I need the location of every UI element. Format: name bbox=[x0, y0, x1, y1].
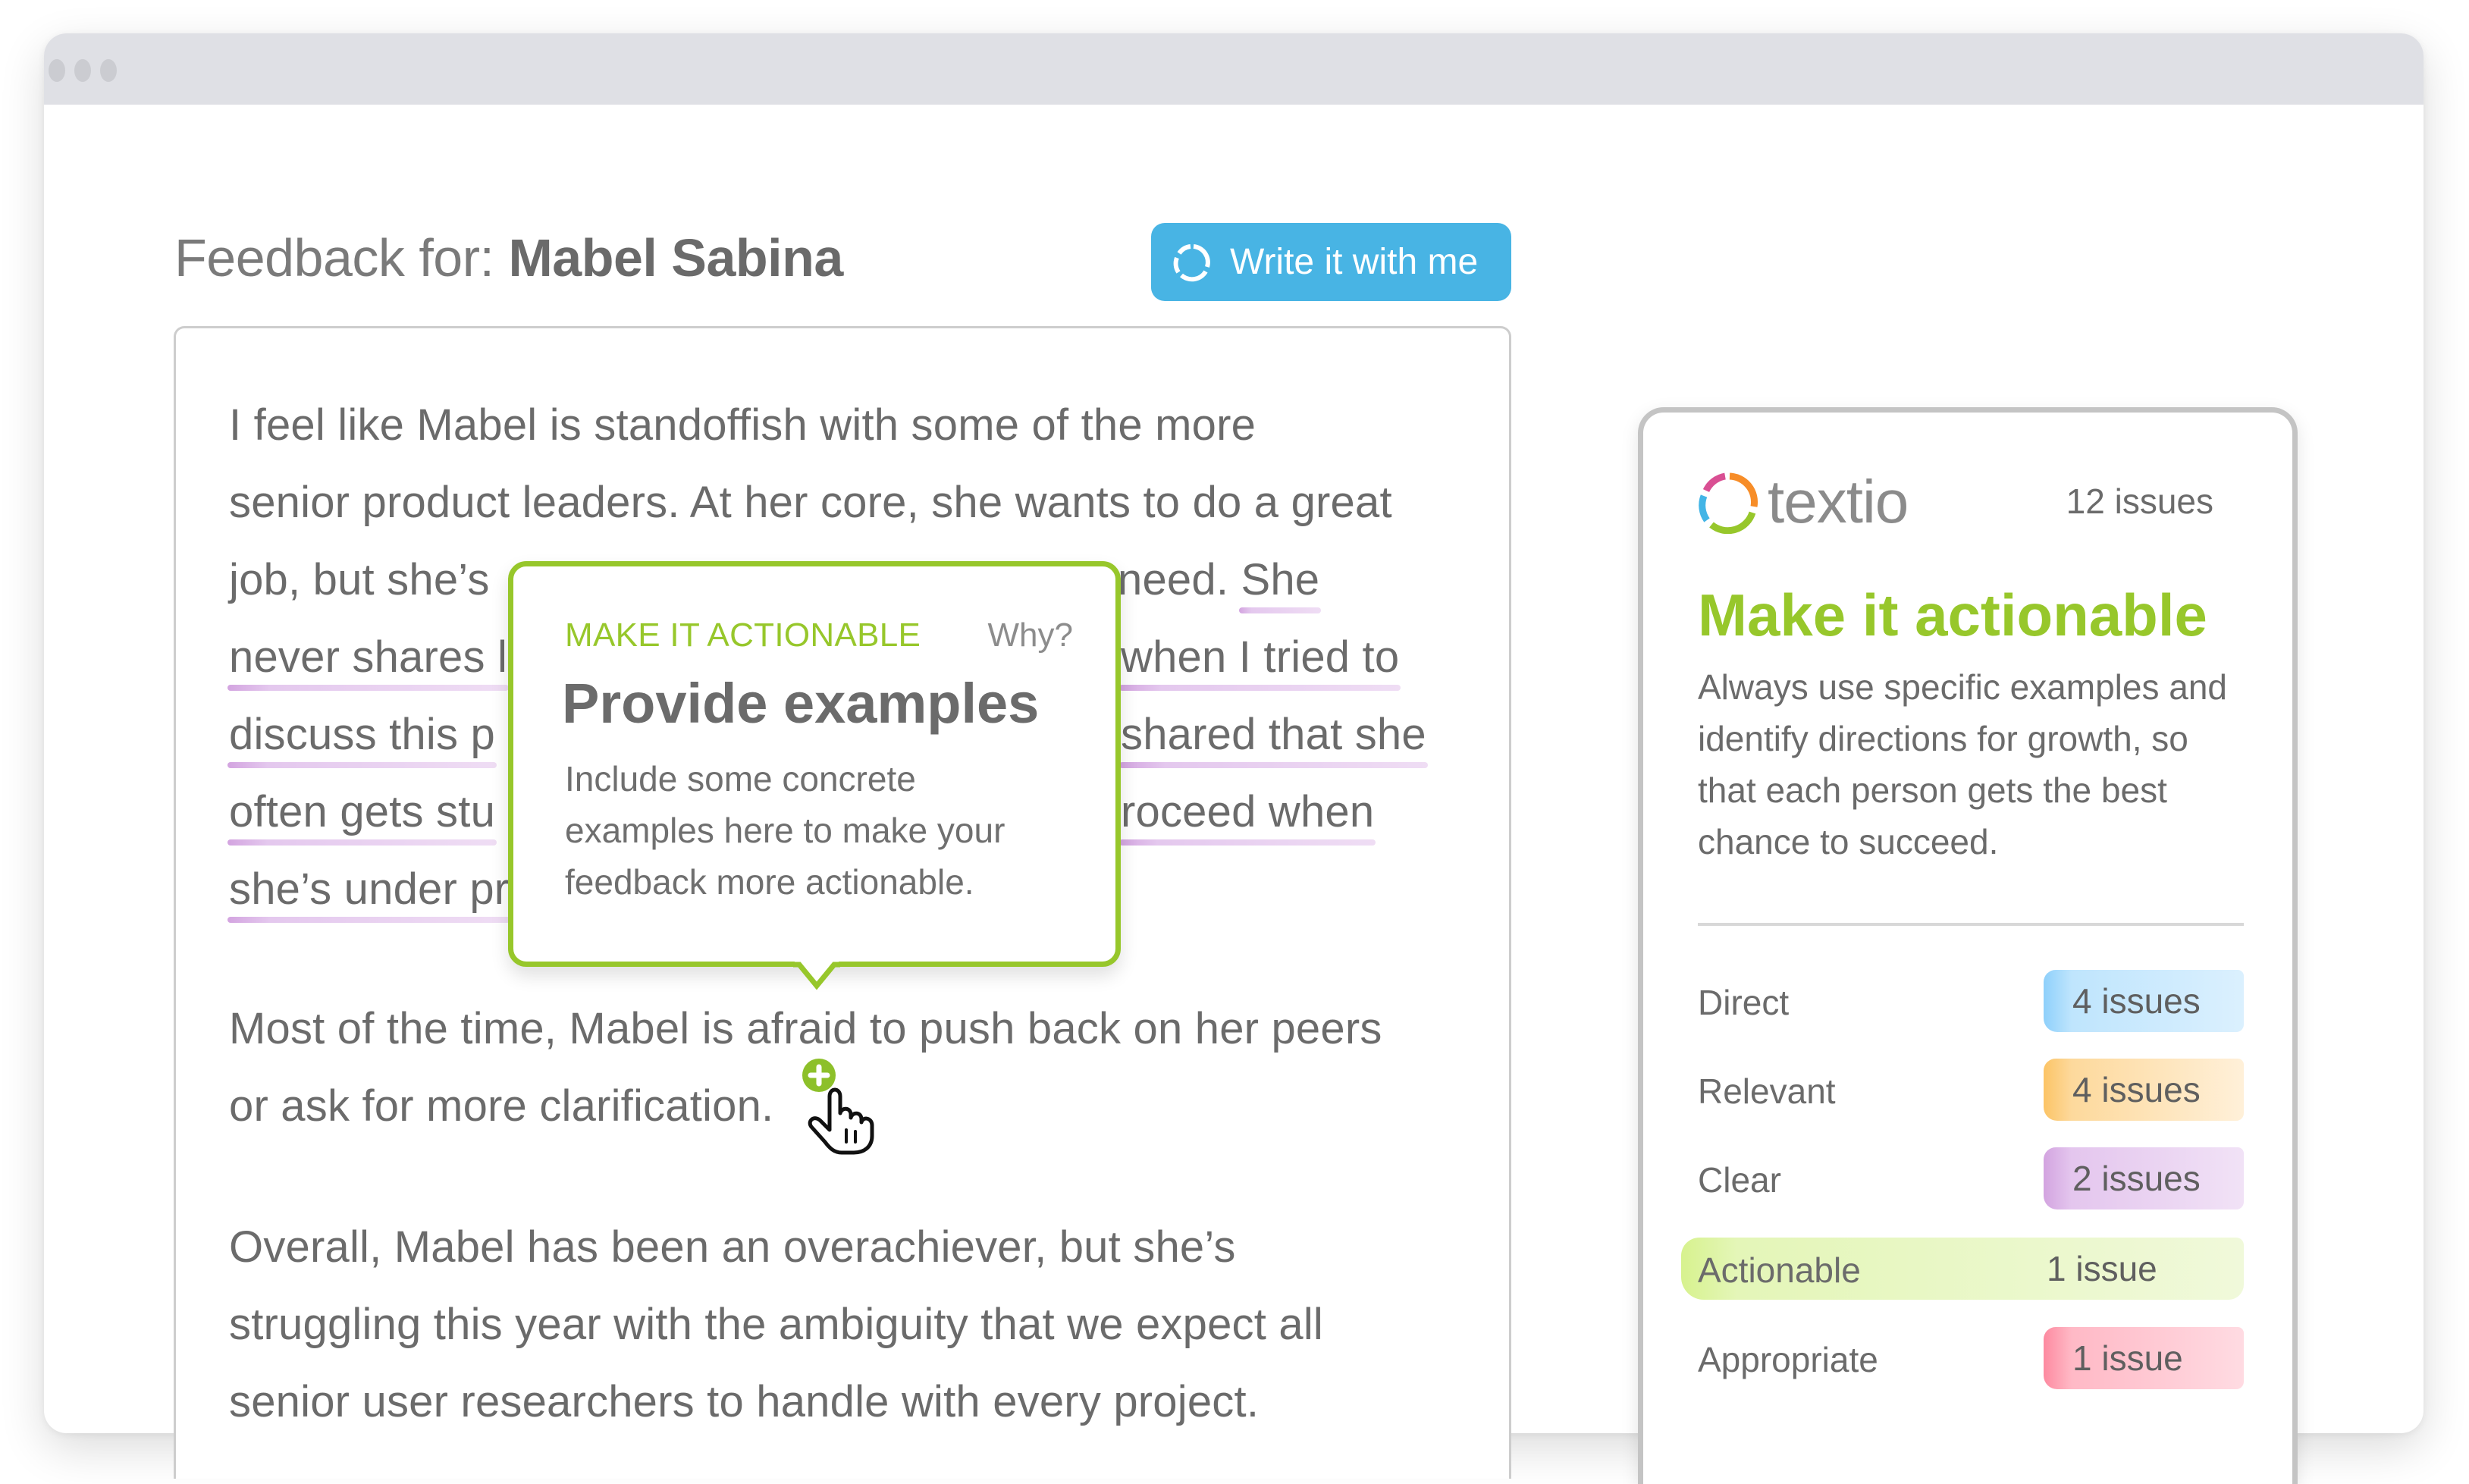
editor-line: she’s under pr bbox=[229, 863, 509, 916]
editor-line: discuss this p bbox=[229, 708, 495, 761]
editor-line: senior product leaders. At her core, she… bbox=[229, 476, 1392, 529]
editor-line: or ask for more clarification. bbox=[229, 1080, 773, 1133]
text-segment: job, but she’s bbox=[229, 555, 490, 604]
window-minimize-dot[interactable] bbox=[74, 59, 91, 82]
category-label: Clear bbox=[1698, 1160, 1781, 1200]
popover-pointer bbox=[793, 960, 840, 990]
recipient-name: Mabel Sabina bbox=[508, 228, 843, 287]
category-label: Direct bbox=[1698, 983, 1790, 1022]
editor-line: Most of the time, Mabel is afraid to pus… bbox=[229, 1002, 1382, 1056]
text-segment bbox=[537, 400, 549, 450]
hand-pointer-icon bbox=[802, 1059, 874, 1155]
write-it-with-me-label: Write it with me bbox=[1230, 242, 1479, 282]
category-row-direct[interactable]: Direct 4 issues bbox=[1698, 970, 2244, 1038]
popover-why-link[interactable]: Why? bbox=[988, 617, 1073, 654]
underline-clear[interactable]: She bbox=[1241, 555, 1319, 604]
popover-body: Include some concrete examples here to m… bbox=[565, 759, 1005, 902]
highlight-actionable[interactable]: Most of the time, Mabel is afraid to pus… bbox=[229, 1004, 1382, 1053]
category-label: Actionable bbox=[1698, 1250, 1861, 1290]
category-row-actionable[interactable]: Actionable 1 issue bbox=[1681, 1238, 2244, 1306]
underline-clear[interactable]: often gets stu bbox=[229, 787, 495, 836]
highlight-actionable[interactable]: or ask for more clarification. bbox=[229, 1081, 773, 1131]
card-divider bbox=[1698, 923, 2244, 926]
underline-clear[interactable]: she’s under pr bbox=[229, 864, 509, 914]
category-count-badge: 2 issues bbox=[2044, 1147, 2244, 1209]
highlight-relevant[interactable]: overachiever, bbox=[783, 1222, 1047, 1272]
editor-line: I feel like Mabel is standoffish with so… bbox=[229, 399, 1256, 452]
text-segment: need. bbox=[1118, 555, 1241, 604]
category-row-relevant[interactable]: Relevant 4 issues bbox=[1698, 1059, 2244, 1127]
category-count-badge: 4 issues bbox=[2044, 1059, 2244, 1121]
editor-line: senior user researchers to handle with e… bbox=[229, 1376, 1259, 1429]
textio-logo: textio bbox=[1696, 467, 1909, 537]
window-maximize-dot[interactable] bbox=[100, 59, 117, 82]
editor-line: never shares l bbox=[229, 631, 507, 684]
popover-title: Provide examples bbox=[562, 672, 1040, 735]
category-row-appropriate[interactable]: Appropriate 1 issue bbox=[1698, 1327, 2244, 1395]
card-heading: Make it actionable bbox=[1698, 582, 2207, 648]
editor-line: Overall, Mabel has been an overachiever,… bbox=[229, 1221, 1236, 1274]
category-label: Appropriate bbox=[1698, 1340, 1878, 1379]
text-segment: but she’s bbox=[1046, 1222, 1236, 1272]
textio-ring-icon bbox=[1173, 243, 1210, 281]
editor-line-right: roceed when bbox=[1121, 786, 1374, 839]
card-description: Always use specific examples and identif… bbox=[1698, 667, 2227, 861]
category-row-clear[interactable]: Clear 2 issues bbox=[1698, 1147, 2244, 1216]
underline-clear[interactable]: shared that she bbox=[1121, 710, 1426, 759]
page-title: Feedback for: Mabel Sabina bbox=[174, 227, 843, 288]
underline-clear[interactable]: never shares l bbox=[229, 632, 507, 682]
text-segment: struggling this year with the ambiguity … bbox=[229, 1300, 1323, 1349]
underline-clear[interactable]: when I tried to bbox=[1121, 632, 1399, 682]
underline-clear[interactable]: discuss this p bbox=[229, 710, 495, 759]
total-issues-count: 12 issues bbox=[2066, 482, 2213, 521]
textio-logo-text: textio bbox=[1768, 468, 1909, 535]
category-label: Relevant bbox=[1698, 1071, 1836, 1111]
category-count-badge: 4 issues bbox=[2044, 970, 2244, 1032]
highlight-direct[interactable]: I feel like Mabel bbox=[229, 400, 537, 450]
editor-line-right: shared that she bbox=[1121, 708, 1426, 761]
category-count-badge: 1 issue bbox=[2044, 1327, 2244, 1389]
editor-line: job, but she’s bbox=[229, 554, 490, 607]
text-segment: with some of the more bbox=[807, 400, 1256, 450]
textio-logo-icon bbox=[1699, 472, 1758, 534]
suggestion-popover: MAKE IT ACTIONABLE Why? Provide examples… bbox=[508, 561, 1121, 967]
popover-category: MAKE IT ACTIONABLE bbox=[565, 617, 921, 654]
category-count-badge: 1 issue bbox=[2047, 1249, 2157, 1288]
editor-line: often gets stu bbox=[229, 786, 495, 839]
underline-clear[interactable]: roceed when bbox=[1121, 787, 1374, 836]
page-title-prefix: Feedback for: bbox=[174, 228, 509, 287]
text-segment: senior user researchers to handle with e… bbox=[229, 1377, 1260, 1426]
highlight-relevant[interactable]: is standoffish bbox=[550, 400, 808, 450]
window-titlebar bbox=[44, 33, 2424, 105]
text-segment: senior product leaders. At her core, she… bbox=[229, 478, 1392, 527]
window-close-dot[interactable] bbox=[49, 59, 65, 82]
editor-line-right: when I tried to bbox=[1121, 631, 1399, 684]
write-it-with-me-button[interactable]: Write it with me bbox=[1151, 223, 1511, 301]
editor-line-right: need. She bbox=[1118, 554, 1319, 607]
text-segment: Overall, Mabel has been an bbox=[229, 1222, 783, 1272]
editor-line: struggling this year with the ambiguity … bbox=[229, 1298, 1323, 1351]
textio-sidebar-card: textio 12 issues Make it actionable Alwa… bbox=[1638, 407, 2298, 1484]
